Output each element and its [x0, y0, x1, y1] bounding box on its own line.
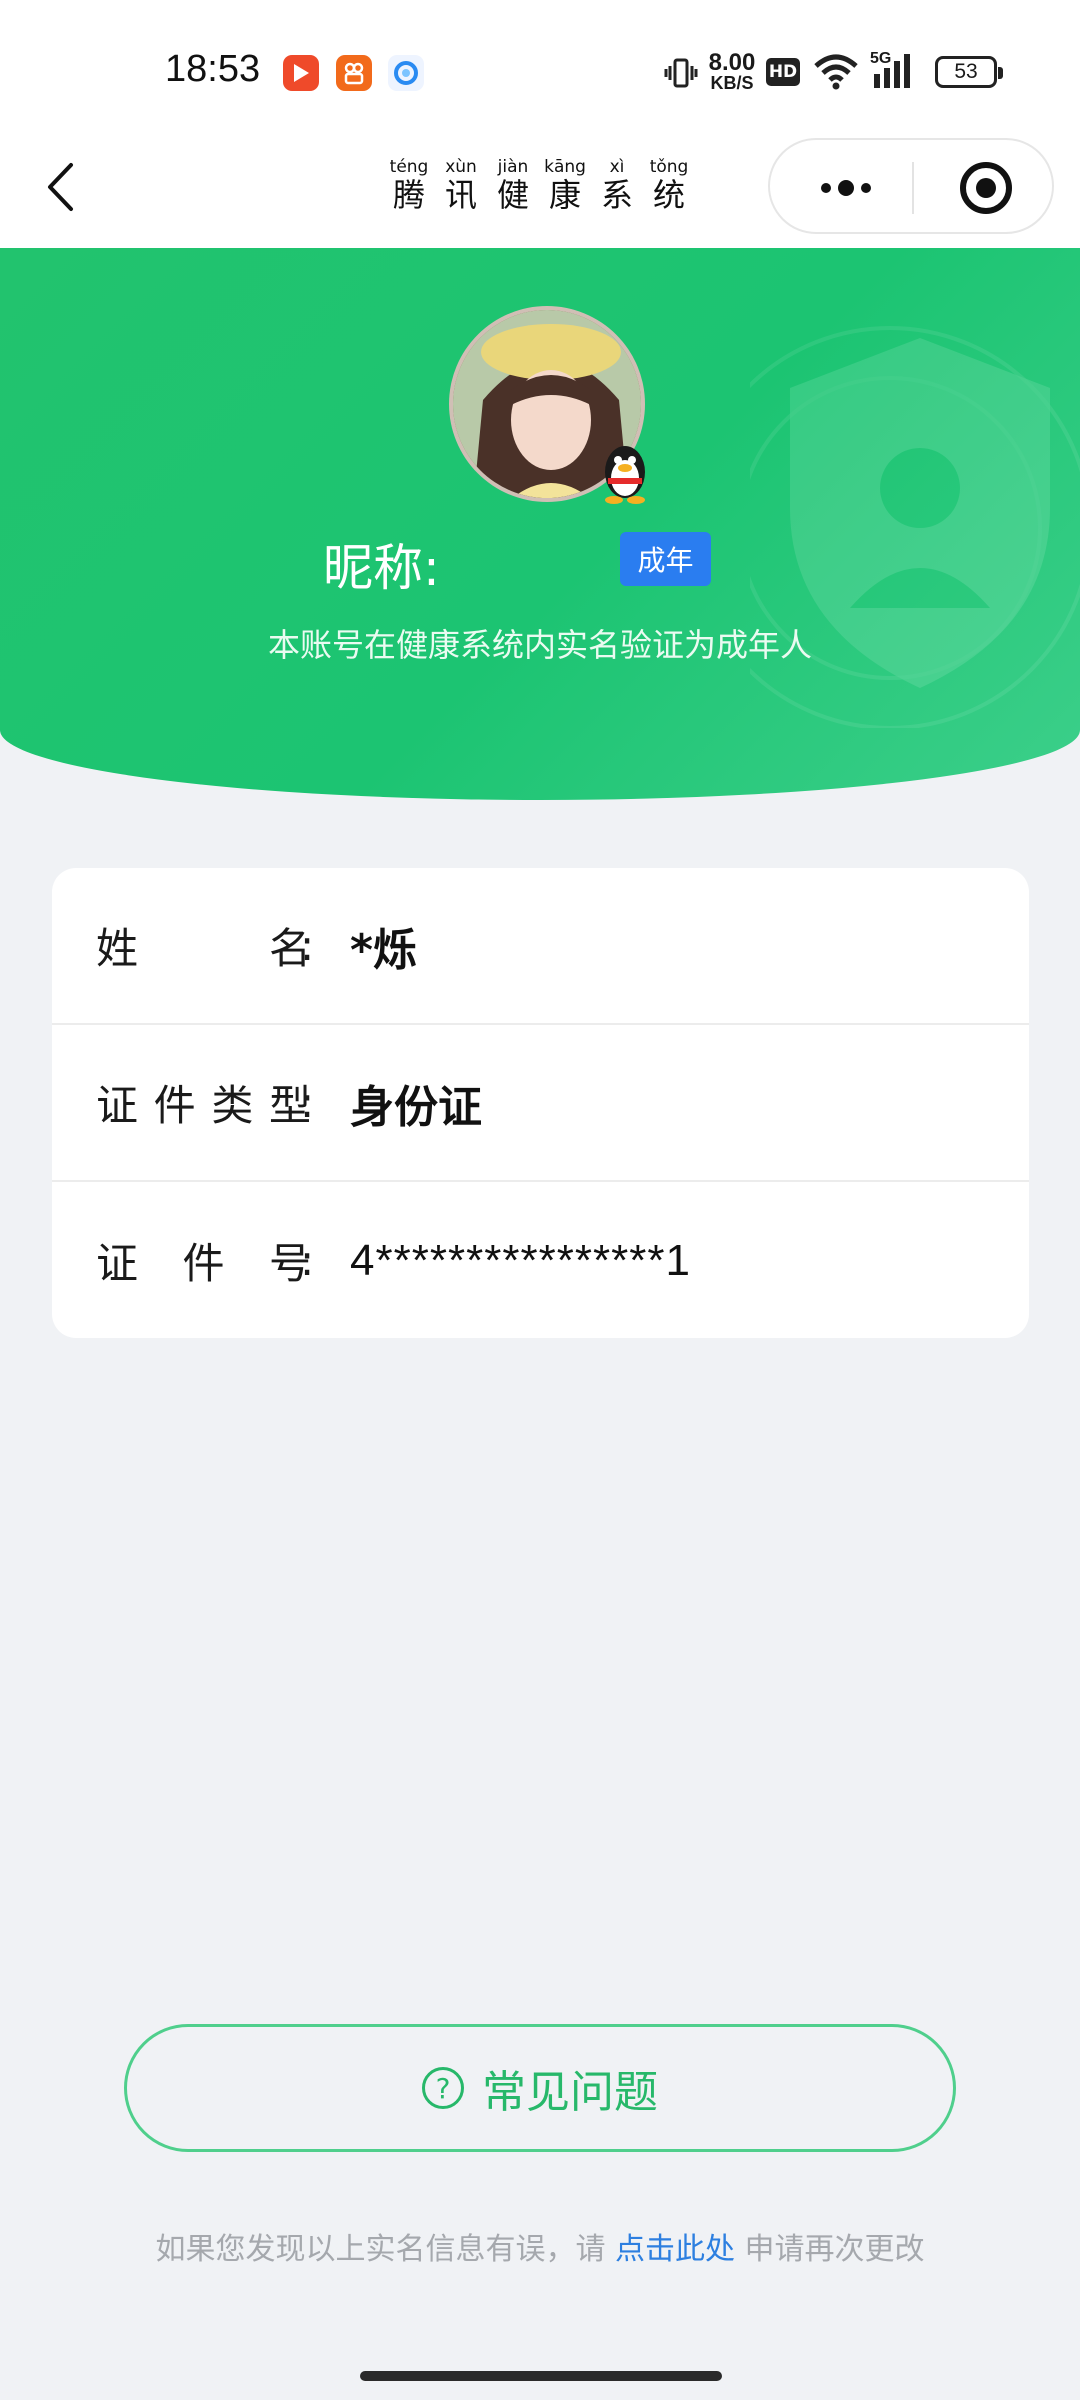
capsule-divider	[912, 162, 914, 214]
title-char: xì 系	[600, 157, 633, 214]
id-number-colon: :	[300, 1236, 315, 1285]
battery-icon: 53	[935, 56, 1003, 88]
name-label: 姓名	[96, 924, 311, 973]
correction-note-suffix: 申请再次更改	[735, 2232, 925, 2267]
network-speed-unit: KB/S	[710, 73, 754, 93]
title-char: téng 腾	[389, 157, 429, 214]
request-change-link[interactable]: 点击此处	[615, 2232, 735, 2267]
id-number-label: 证件号	[96, 1239, 311, 1288]
network-speed: 8.00 KB/S	[702, 49, 762, 93]
network-speed-value: 8.00	[708, 49, 756, 76]
status-bar: 18:53 8.00 KB/S HD 5G 53	[0, 0, 1080, 130]
faq-button-label: 常见问题	[482, 2067, 658, 2118]
name-colon: :	[300, 921, 315, 970]
question-circle-icon: ?	[422, 2067, 464, 2109]
back-button[interactable]	[30, 152, 90, 222]
status-time: 18:53	[165, 48, 261, 90]
title-char: jiàn 健	[496, 157, 529, 214]
close-mini-program-button[interactable]	[958, 160, 1014, 216]
more-button[interactable]	[806, 168, 886, 208]
more-dots-icon	[821, 180, 871, 196]
id-number-value: 4****************1	[350, 1235, 691, 1285]
target-close-icon	[960, 162, 1012, 214]
name-row: 姓名 : *烁	[52, 868, 1029, 1025]
kuaishou-app-icon	[336, 55, 372, 91]
mini-program-capsule	[768, 138, 1054, 234]
identity-info-card: 姓名 : *烁 证件类型 : 身份证 证件号 : 4**************…	[52, 868, 1029, 1338]
hd-badge: HD	[766, 58, 800, 86]
id-type-label: 证件类型	[96, 1081, 311, 1130]
page-title: téng 腾 xùn 讯 jiàn 健 kāng 康 xì 系 tǒng 统	[389, 157, 689, 228]
nav-bar: téng 腾 xùn 讯 jiàn 健 kāng 康 xì 系 tǒng 统	[0, 130, 1080, 248]
title-char: kāng 康	[544, 157, 586, 214]
signal-icon: 5G	[870, 50, 922, 92]
home-indicator[interactable]	[360, 2371, 722, 2381]
adult-status-badge: 成年	[620, 532, 711, 586]
browser-app-icon	[388, 55, 424, 91]
wifi-icon	[812, 52, 860, 92]
chevron-left-icon	[48, 163, 73, 211]
vibrate-icon	[664, 56, 698, 90]
verification-description: 本账号在健康系统内实名验证为成年人	[267, 626, 812, 664]
qq-penguin-icon	[598, 438, 652, 504]
profile-header: 昵称: 成年 本账号在健康系统内实名验证为成年人	[0, 248, 1080, 800]
correction-note: 如果您发现以上实名信息有误，请 点击此处 申请再次更改	[0, 2224, 1080, 2268]
battery-level: 53	[954, 60, 978, 83]
id-type-colon: :	[300, 1078, 315, 1127]
nickname-label: 昵称:	[323, 539, 440, 597]
title-char: xùn 讯	[444, 157, 477, 214]
video-app-icon	[283, 55, 319, 91]
id-type-row: 证件类型 : 身份证	[52, 1025, 1029, 1182]
correction-note-prefix: 如果您发现以上实名信息有误，请	[155, 2232, 615, 2267]
id-number-row: 证件号 : 4****************1	[52, 1182, 1029, 1338]
faq-button[interactable]: ? 常见问题	[124, 2024, 956, 2152]
title-char: tǒng 统	[649, 157, 689, 214]
name-value: *烁	[350, 924, 418, 976]
id-type-value: 身份证	[350, 1081, 482, 1133]
